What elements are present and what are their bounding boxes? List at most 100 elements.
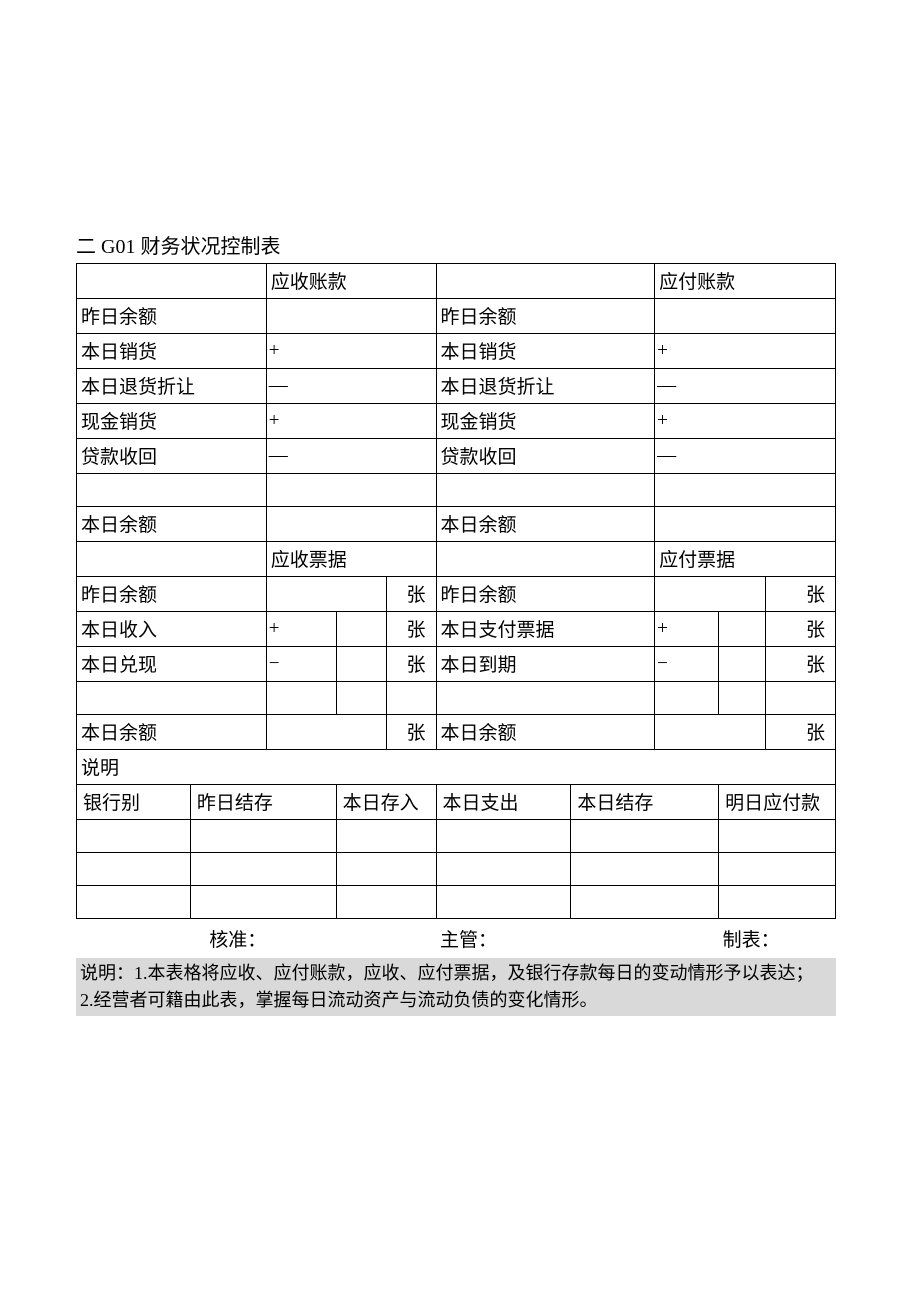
cell-value <box>719 647 766 682</box>
unit-label: 张 <box>386 577 436 612</box>
sig-supervisor: 主管： <box>436 919 571 957</box>
row-label: 本日兑现 <box>77 647 267 682</box>
cell-sign: + <box>266 404 436 439</box>
cell-blank <box>655 474 836 507</box>
row-label: 本日退货折让 <box>77 369 267 404</box>
row-label: 本日支付票据 <box>436 612 655 647</box>
bank-col-yesterday: 昨日结存 <box>190 785 336 820</box>
cell-value <box>655 715 766 750</box>
cell-sign: + <box>266 612 336 647</box>
row-label: 昨日余额 <box>77 299 267 334</box>
cell-value <box>655 299 836 334</box>
note-line-1: 说明：1.本表格将应收、应付账款，应收、应付票据，及银行存款每日的变动情形予以表… <box>80 960 832 987</box>
cell-value <box>266 507 436 542</box>
row-label: 本日余额 <box>77 507 267 542</box>
row-description: 说明 <box>77 750 836 785</box>
unit-label: 张 <box>766 647 836 682</box>
cell-value <box>655 507 836 542</box>
cell-sign: + <box>655 612 719 647</box>
unit-label: 张 <box>766 715 836 750</box>
row-label: 昨日余额 <box>436 577 655 612</box>
cell-sign: — <box>266 369 436 404</box>
bank-cell <box>336 886 436 919</box>
bank-cell <box>77 886 191 919</box>
bank-cell <box>719 820 836 853</box>
cell-value <box>336 647 386 682</box>
cell-sign: + <box>655 334 836 369</box>
row-label: 现金销货 <box>436 404 655 439</box>
cell-sign: — <box>655 369 836 404</box>
cell-blank <box>655 682 719 715</box>
financial-control-table: 应收账款 应付账款 昨日余额 昨日余额 本日销货 + 本日销货 + 本日退货折让… <box>76 263 836 956</box>
bank-cell <box>719 853 836 886</box>
cell-blank <box>77 264 267 299</box>
cell-value <box>266 577 386 612</box>
bank-cell <box>436 886 571 919</box>
bank-cell <box>571 820 719 853</box>
bank-cell <box>77 820 191 853</box>
cell-value <box>266 299 436 334</box>
row-label: 昨日余额 <box>436 299 655 334</box>
cell-blank <box>266 682 336 715</box>
cell-sign: − <box>655 647 719 682</box>
cell-blank <box>719 682 766 715</box>
sig-blank <box>266 919 436 957</box>
row-label: 本日收入 <box>77 612 267 647</box>
cell-value <box>336 612 386 647</box>
note-line-2: 2.经营者可籍由此表，掌握每日流动资产与流动负债的变化情形。 <box>80 987 832 1014</box>
unit-label: 张 <box>386 647 436 682</box>
cell-blank <box>77 474 267 507</box>
row-label: 本日销货 <box>436 334 655 369</box>
sig-preparer: 制表： <box>719 919 836 957</box>
cell-blank <box>436 474 655 507</box>
cell-blank <box>766 682 836 715</box>
cell-blank <box>266 474 436 507</box>
notes-block: 说明：1.本表格将应收、应付账款，应收、应付票据，及银行存款每日的变动情形予以表… <box>76 958 836 1016</box>
bank-col-today-in: 本日存入 <box>336 785 436 820</box>
cell-sign: ― <box>655 439 836 474</box>
cell-blank <box>336 682 386 715</box>
unit-label: 张 <box>386 715 436 750</box>
cell-blank <box>77 542 267 577</box>
bank-col-tomorrow: 明日应付款 <box>719 785 836 820</box>
bank-cell <box>571 886 719 919</box>
cell-blank <box>436 542 655 577</box>
cell-blank <box>386 682 436 715</box>
page-title: 二 G01 财务状况控制表 <box>76 230 844 259</box>
header-pay-note: 应付票据 <box>655 542 836 577</box>
cell-value <box>719 612 766 647</box>
unit-label: 张 <box>766 577 836 612</box>
row-label: 现金销货 <box>77 404 267 439</box>
cell-sign: − <box>266 647 336 682</box>
bank-cell <box>571 853 719 886</box>
row-label: 本日余额 <box>77 715 267 750</box>
cell-sign: + <box>655 404 836 439</box>
row-label: 本日余额 <box>436 507 655 542</box>
row-label: 贷款收回 <box>77 439 267 474</box>
bank-cell <box>336 853 436 886</box>
row-label: 昨日余额 <box>77 577 267 612</box>
cell-value <box>266 715 386 750</box>
bank-cell <box>77 853 191 886</box>
row-label: 本日余额 <box>436 715 655 750</box>
cell-value <box>655 577 766 612</box>
bank-col-bank: 银行别 <box>77 785 191 820</box>
header-pay-acct: 应付账款 <box>655 264 836 299</box>
row-label: 本日退货折让 <box>436 369 655 404</box>
sig-approve: 核准： <box>77 919 267 957</box>
bank-cell <box>336 820 436 853</box>
cell-blank <box>436 682 655 715</box>
bank-cell <box>190 886 336 919</box>
cell-sign: + <box>266 334 436 369</box>
bank-cell <box>190 820 336 853</box>
bank-cell <box>190 853 336 886</box>
header-recv-note: 应收票据 <box>266 542 436 577</box>
row-label: 贷款收回 <box>436 439 655 474</box>
cell-sign: ― <box>266 439 436 474</box>
bank-col-today-out: 本日支出 <box>436 785 571 820</box>
row-label: 本日销货 <box>77 334 267 369</box>
header-recv-acct: 应收账款 <box>266 264 436 299</box>
sig-blank <box>571 919 719 957</box>
bank-cell <box>719 886 836 919</box>
row-label: 本日到期 <box>436 647 655 682</box>
